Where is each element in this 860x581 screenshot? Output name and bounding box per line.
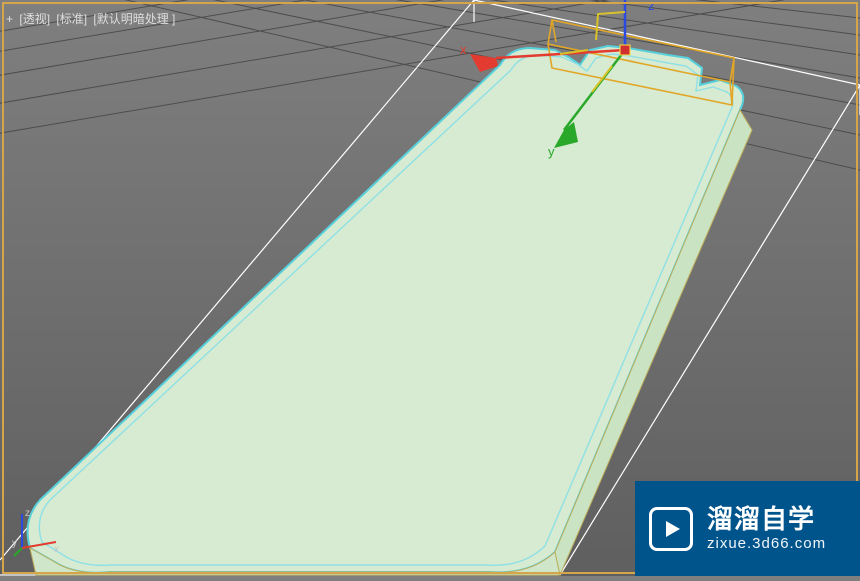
watermark-title: 溜溜自学 (707, 503, 826, 536)
gizmo-x-arrow[interactable] (470, 54, 498, 72)
gizmo-z-label: z (648, 0, 655, 13)
viewport-standard-label[interactable]: [标准] (56, 12, 87, 26)
mini-axis-y-label: y (12, 538, 17, 549)
watermark-subtext: zixue.3d66.com (707, 535, 826, 554)
gizmo-y-label: y (548, 144, 555, 159)
mini-axis-z-label: z (25, 508, 30, 519)
mini-axis-x-label: x (54, 544, 59, 555)
viewport-view-label[interactable]: [透视] (19, 12, 50, 26)
viewport-label-bar: + [透视] [标准] [默认明暗处理 ] (6, 10, 178, 27)
gizmo-x-label: x (460, 42, 467, 57)
viewport-shading-label[interactable]: [默认明暗处理 ] (93, 12, 175, 26)
world-axis-indicator: z x y (12, 508, 62, 558)
gizmo-origin[interactable] (620, 45, 630, 55)
viewport-menu-toggle[interactable]: + (6, 12, 13, 26)
watermark-banner: 溜溜自学 zixue.3d66.com (635, 481, 860, 576)
play-icon (649, 507, 693, 551)
